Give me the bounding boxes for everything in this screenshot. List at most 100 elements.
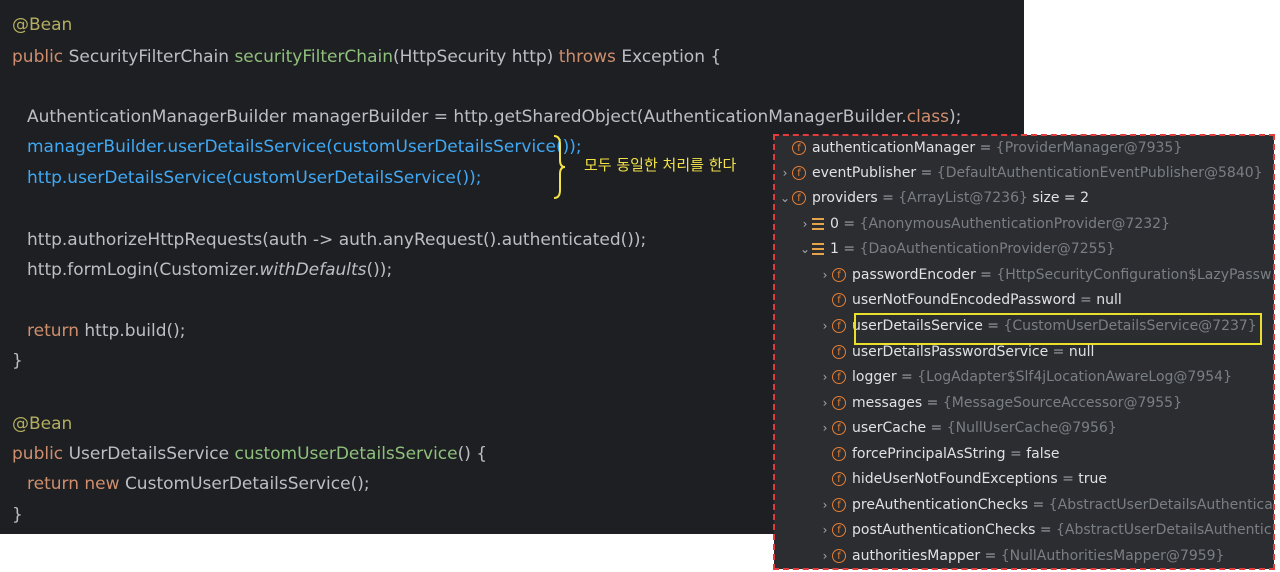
variable-value: true [1078,471,1108,487]
equals-sign: = [980,548,1001,564]
debugger-row[interactable]: ⌄ f providers = {ArrayList@7236} size = 2 [778,186,1089,210]
code-line: public UserDetailsService customUserDeta… [12,444,488,464]
chevron-right-icon[interactable]: › [818,365,832,389]
field-icon: f [832,345,846,359]
chevron-down-icon[interactable]: ⌄ [778,186,792,210]
code-line: return new CustomUserDetailsService(); [27,474,370,494]
variable-value: {LogAdapter$Slf4jLocationAwareLog@7954} [917,369,1232,385]
code-line: public SecurityFilterChain securityFilte… [12,47,722,67]
variable-value: {AnonymousAuthenticationProvider@7232} [859,216,1170,232]
field-icon: f [832,293,846,307]
equals-sign: = [1035,522,1057,538]
field-icon: f [792,166,806,180]
debugger-row[interactable]: f forcePrincipalAsString = false [818,442,1060,466]
variable-name: 0 [830,216,839,232]
variable-value: {NullAuthoritiesMapper@7959} [1000,548,1225,564]
chevron-right-icon[interactable]: › [798,212,812,236]
code-line: AuthenticationManagerBuilder managerBuil… [27,107,962,127]
equals-sign: = [838,216,860,232]
field-icon: f [832,396,846,410]
debugger-row[interactable]: › f logger = {LogAdapter$Slf4jLocationAwar… [818,365,1232,389]
variable-name: userDetailsPasswordService [852,344,1049,360]
variable-name: logger [852,369,897,385]
annotation-bean: @Bean [12,414,73,434]
chevron-right-icon[interactable]: › [818,391,832,415]
debugger-row[interactable]: › f eventPublisher = {DefaultAuthenticatio… [778,161,1263,185]
field-icon: f [792,191,806,205]
variable-value: null [1096,292,1122,308]
variable-name: userNotFoundEncodedPassword [852,292,1076,308]
variable-value: {AbstractUserDetailsAuthenticationProvid… [1056,522,1272,538]
equals-sign: = [896,369,918,385]
variable-value: {ProviderManager@7935} [995,140,1183,156]
field-icon: f [832,472,846,486]
code-line: } [12,351,23,371]
code-line: return http.build(); [27,321,186,341]
variable-name: 1 [830,241,839,257]
equals-sign: = [975,140,996,156]
field-icon: f [832,523,846,537]
variable-name: forcePrincipalAsString [852,446,1006,462]
field-icon: f [832,447,846,461]
debugger-row[interactable]: f userNotFoundEncodedPassword = null [818,288,1122,312]
curly-brace-icon [553,135,566,199]
highlight-box [854,313,1262,345]
annotation-note: 모두 동일한 처리를 한다 [584,156,737,174]
list-element-icon [812,218,824,230]
code-line: http.authorizeHttpRequests(auth -> auth.… [27,230,647,250]
chevron-down-icon[interactable]: ⌄ [798,237,812,261]
debugger-row[interactable]: › f userCache = {NullUserCache@7956} [818,416,1117,440]
variable-value: false [1026,446,1060,462]
equals-sign: = [1028,497,1049,513]
debugger-row[interactable]: ⌄ 1 = {DaoAuthenticationProvider@7255} [798,237,1115,261]
chevron-right-icon[interactable]: › [818,263,832,287]
field-icon: f [832,549,846,563]
equals-sign: = [838,241,860,257]
debugger-row[interactable]: f hideUserNotFoundExceptions = true [818,467,1107,491]
variable-value: {DaoAuthenticationProvider@7255} [859,241,1116,257]
chevron-right-icon[interactable]: › [818,314,832,338]
variable-value: {MessageSourceAccessor@7955} [942,395,1182,411]
variable-size: size = 2 [1027,190,1090,206]
chevron-right-icon[interactable]: › [818,518,832,542]
debugger-row[interactable]: › f authoritiesMapper = {NullAuthoritiesMa… [818,544,1225,568]
debugger-row[interactable]: › 0 = {AnonymousAuthenticationProvider@72… [798,212,1170,236]
variable-value: {NullUserCache@7956} [946,420,1117,436]
equals-sign: = [877,190,899,206]
debugger-row[interactable]: › f passwordEncoder = {HttpSecurityConfigu… [818,263,1272,287]
variable-name: postAuthenticationChecks [852,522,1036,538]
field-icon: f [792,141,806,155]
variable-name: authoritiesMapper [852,548,981,564]
code-line: } [12,505,23,525]
code-line-highlighted: http.userDetailsService(customUserDetail… [27,168,482,188]
field-icon: f [832,498,846,512]
debugger-row[interactable]: f authenticationManager = {ProviderManage… [778,136,1182,160]
variable-name: hideUserNotFoundExceptions [852,471,1058,487]
field-icon: f [832,268,846,282]
field-icon: f [832,319,846,333]
chevron-right-icon[interactable]: › [818,544,832,568]
debugger-row[interactable]: › f postAuthenticationChecks = {AbstractUs… [818,518,1272,542]
code-line: http.formLogin(Customizer.withDefaults()… [27,260,393,280]
field-icon: f [832,421,846,435]
chevron-right-icon[interactable]: › [818,416,832,440]
list-element-icon [812,243,824,255]
chevron-right-icon[interactable]: › [818,493,832,517]
variable-name: passwordEncoder [852,267,976,283]
variable-value: null [1068,344,1095,360]
variable-name: providers [812,190,878,206]
variable-value: {HttpSecurityConfiguration$LazyPasswordE… [996,267,1272,283]
variable-value: {ArrayList@7236} [898,190,1028,206]
code-line-highlighted: managerBuilder.userDetailsService(custom… [27,137,582,157]
field-icon: f [832,370,846,384]
equals-sign: = [1005,446,1027,462]
chevron-right-icon[interactable]: › [778,161,792,185]
equals-sign: = [1048,344,1069,360]
debugger-row[interactable]: › f preAuthenticationChecks = {AbstractUse… [818,493,1272,517]
equals-sign: = [922,395,943,411]
debugger-row[interactable]: › f messages = {MessageSourceAccessor@7955… [818,391,1182,415]
variable-name: eventPublisher [812,165,917,181]
equals-sign: = [975,267,997,283]
variable-name: userCache [852,420,927,436]
equals-sign: = [1057,471,1079,487]
